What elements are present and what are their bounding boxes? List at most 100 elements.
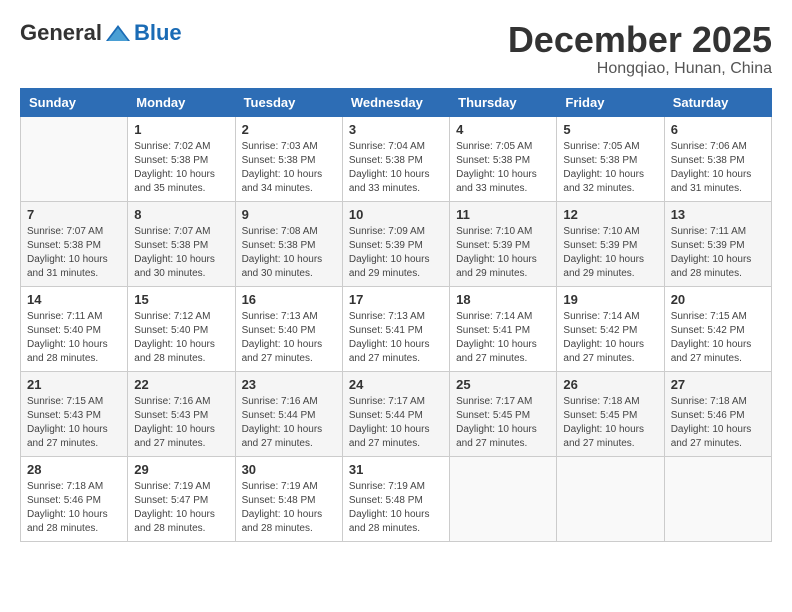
weekday-header-row: SundayMondayTuesdayWednesdayThursdayFrid… bbox=[21, 88, 772, 116]
calendar-cell: 4 Sunrise: 7:05 AM Sunset: 5:38 PM Daylig… bbox=[450, 116, 557, 201]
calendar-cell bbox=[450, 456, 557, 541]
day-info: Sunrise: 7:15 AM Sunset: 5:42 PM Dayligh… bbox=[671, 310, 765, 366]
day-info: Sunrise: 7:11 AM Sunset: 5:39 PM Dayligh… bbox=[671, 225, 765, 281]
calendar-cell: 19 Sunrise: 7:14 AM Sunset: 5:42 PM Dayli… bbox=[557, 286, 664, 371]
calendar-cell: 12Sunrise: 7:10 AM Sunset: 5:39 PM Dayli… bbox=[557, 201, 664, 286]
day-number: 11 bbox=[456, 207, 550, 222]
day-info: Sunrise: 7:11 AM Sunset: 5:40 PM Dayligh… bbox=[27, 310, 121, 366]
day-info: Sunrise: 7:18 AM Sunset: 5:46 PM Dayligh… bbox=[671, 395, 765, 451]
day-info: Sunrise: 7:19 AM Sunset: 5:47 PM Dayligh… bbox=[134, 480, 228, 536]
day-number: 29 bbox=[134, 462, 228, 477]
calendar-week-row: 28 Sunrise: 7:18 AM Sunset: 5:46 PM Dayli… bbox=[21, 456, 772, 541]
day-number: 15 bbox=[134, 292, 228, 307]
calendar-cell: 30 Sunrise: 7:19 AM Sunset: 5:48 PM Dayli… bbox=[235, 456, 342, 541]
logo-icon bbox=[104, 23, 132, 43]
calendar-cell: 1 Sunrise: 7:02 AM Sunset: 5:38 PM Daylig… bbox=[128, 116, 235, 201]
day-info: Sunrise: 7:06 AM Sunset: 5:38 PM Dayligh… bbox=[671, 140, 765, 196]
calendar-cell: 28 Sunrise: 7:18 AM Sunset: 5:46 PM Dayli… bbox=[21, 456, 128, 541]
day-number: 7 bbox=[27, 207, 121, 222]
day-info: Sunrise: 7:16 AM Sunset: 5:43 PM Dayligh… bbox=[134, 395, 228, 451]
calendar-cell: 27Sunrise: 7:18 AM Sunset: 5:46 PM Dayli… bbox=[664, 371, 771, 456]
day-info: Sunrise: 7:05 AM Sunset: 5:38 PM Dayligh… bbox=[563, 140, 657, 196]
day-info: Sunrise: 7:19 AM Sunset: 5:48 PM Dayligh… bbox=[242, 480, 336, 536]
calendar-cell: 8 Sunrise: 7:07 AM Sunset: 5:38 PM Daylig… bbox=[128, 201, 235, 286]
day-info: Sunrise: 7:14 AM Sunset: 5:41 PM Dayligh… bbox=[456, 310, 550, 366]
day-number: 4 bbox=[456, 122, 550, 137]
calendar-cell: 5 Sunrise: 7:05 AM Sunset: 5:38 PM Daylig… bbox=[557, 116, 664, 201]
calendar-cell: 3Sunrise: 7:04 AM Sunset: 5:38 PM Daylig… bbox=[342, 116, 449, 201]
calendar-cell: 2 Sunrise: 7:03 AM Sunset: 5:38 PM Daylig… bbox=[235, 116, 342, 201]
day-info: Sunrise: 7:02 AM Sunset: 5:38 PM Dayligh… bbox=[134, 140, 228, 196]
day-info: Sunrise: 7:07 AM Sunset: 5:38 PM Dayligh… bbox=[134, 225, 228, 281]
day-info: Sunrise: 7:03 AM Sunset: 5:38 PM Dayligh… bbox=[242, 140, 336, 196]
day-number: 5 bbox=[563, 122, 657, 137]
weekday-header-sunday: Sunday bbox=[21, 88, 128, 116]
day-info: Sunrise: 7:13 AM Sunset: 5:40 PM Dayligh… bbox=[242, 310, 336, 366]
calendar-cell: 20 Sunrise: 7:15 AM Sunset: 5:42 PM Dayli… bbox=[664, 286, 771, 371]
day-number: 28 bbox=[27, 462, 121, 477]
day-number: 20 bbox=[671, 292, 765, 307]
day-number: 10 bbox=[349, 207, 443, 222]
day-number: 19 bbox=[563, 292, 657, 307]
location-subtitle: Hongqiao, Hunan, China bbox=[508, 60, 772, 78]
calendar-week-row: 14 Sunrise: 7:11 AM Sunset: 5:40 PM Dayli… bbox=[21, 286, 772, 371]
day-number: 31 bbox=[349, 462, 443, 477]
day-info: Sunrise: 7:17 AM Sunset: 5:44 PM Dayligh… bbox=[349, 395, 443, 451]
day-info: Sunrise: 7:13 AM Sunset: 5:41 PM Dayligh… bbox=[349, 310, 443, 366]
calendar-cell: 10 Sunrise: 7:09 AM Sunset: 5:39 PM Dayli… bbox=[342, 201, 449, 286]
weekday-header-monday: Monday bbox=[128, 88, 235, 116]
logo: General Blue bbox=[20, 20, 182, 46]
day-info: Sunrise: 7:10 AM Sunset: 5:39 PM Dayligh… bbox=[456, 225, 550, 281]
day-info: Sunrise: 7:08 AM Sunset: 5:38 PM Dayligh… bbox=[242, 225, 336, 281]
day-number: 16 bbox=[242, 292, 336, 307]
day-number: 24 bbox=[349, 377, 443, 392]
calendar-cell bbox=[557, 456, 664, 541]
day-number: 2 bbox=[242, 122, 336, 137]
weekday-header-thursday: Thursday bbox=[450, 88, 557, 116]
calendar-cell: 6 Sunrise: 7:06 AM Sunset: 5:38 PM Daylig… bbox=[664, 116, 771, 201]
calendar-cell: 17 Sunrise: 7:13 AM Sunset: 5:41 PM Dayli… bbox=[342, 286, 449, 371]
weekday-header-wednesday: Wednesday bbox=[342, 88, 449, 116]
day-info: Sunrise: 7:12 AM Sunset: 5:40 PM Dayligh… bbox=[134, 310, 228, 366]
day-number: 13 bbox=[671, 207, 765, 222]
day-number: 21 bbox=[27, 377, 121, 392]
day-info: Sunrise: 7:18 AM Sunset: 5:46 PM Dayligh… bbox=[27, 480, 121, 536]
day-number: 30 bbox=[242, 462, 336, 477]
calendar-table: SundayMondayTuesdayWednesdayThursdayFrid… bbox=[20, 88, 772, 542]
calendar-cell: 16 Sunrise: 7:13 AM Sunset: 5:40 PM Dayli… bbox=[235, 286, 342, 371]
calendar-cell: 11 Sunrise: 7:10 AM Sunset: 5:39 PM Dayli… bbox=[450, 201, 557, 286]
day-number: 25 bbox=[456, 377, 550, 392]
day-info: Sunrise: 7:07 AM Sunset: 5:38 PM Dayligh… bbox=[27, 225, 121, 281]
day-number: 6 bbox=[671, 122, 765, 137]
day-number: 1 bbox=[134, 122, 228, 137]
day-info: Sunrise: 7:19 AM Sunset: 5:48 PM Dayligh… bbox=[349, 480, 443, 536]
title-block: December 2025 Hongqiao, Hunan, China bbox=[508, 20, 772, 78]
day-number: 14 bbox=[27, 292, 121, 307]
page-header: General Blue December 2025 Hongqiao, Hun… bbox=[20, 20, 772, 78]
day-number: 12 bbox=[563, 207, 657, 222]
calendar-cell bbox=[664, 456, 771, 541]
logo-blue-text: Blue bbox=[134, 20, 182, 46]
day-number: 8 bbox=[134, 207, 228, 222]
day-info: Sunrise: 7:09 AM Sunset: 5:39 PM Dayligh… bbox=[349, 225, 443, 281]
calendar-week-row: 21 Sunrise: 7:15 AM Sunset: 5:43 PM Dayli… bbox=[21, 371, 772, 456]
calendar-cell: 9Sunrise: 7:08 AM Sunset: 5:38 PM Daylig… bbox=[235, 201, 342, 286]
calendar-cell: 7 Sunrise: 7:07 AM Sunset: 5:38 PM Daylig… bbox=[21, 201, 128, 286]
calendar-cell: 23Sunrise: 7:16 AM Sunset: 5:44 PM Dayli… bbox=[235, 371, 342, 456]
day-number: 17 bbox=[349, 292, 443, 307]
day-number: 18 bbox=[456, 292, 550, 307]
calendar-cell: 31 Sunrise: 7:19 AM Sunset: 5:48 PM Dayli… bbox=[342, 456, 449, 541]
day-info: Sunrise: 7:14 AM Sunset: 5:42 PM Dayligh… bbox=[563, 310, 657, 366]
calendar-cell: 15 Sunrise: 7:12 AM Sunset: 5:40 PM Dayli… bbox=[128, 286, 235, 371]
day-number: 22 bbox=[134, 377, 228, 392]
calendar-cell: 22 Sunrise: 7:16 AM Sunset: 5:43 PM Dayli… bbox=[128, 371, 235, 456]
day-number: 26 bbox=[563, 377, 657, 392]
day-info: Sunrise: 7:04 AM Sunset: 5:38 PM Dayligh… bbox=[349, 140, 443, 196]
logo-general-text: General bbox=[20, 20, 102, 46]
day-info: Sunrise: 7:15 AM Sunset: 5:43 PM Dayligh… bbox=[27, 395, 121, 451]
calendar-cell: 24 Sunrise: 7:17 AM Sunset: 5:44 PM Dayli… bbox=[342, 371, 449, 456]
day-info: Sunrise: 7:05 AM Sunset: 5:38 PM Dayligh… bbox=[456, 140, 550, 196]
calendar-cell: 26 Sunrise: 7:18 AM Sunset: 5:45 PM Dayli… bbox=[557, 371, 664, 456]
day-info: Sunrise: 7:18 AM Sunset: 5:45 PM Dayligh… bbox=[563, 395, 657, 451]
calendar-week-row: 1 Sunrise: 7:02 AM Sunset: 5:38 PM Daylig… bbox=[21, 116, 772, 201]
